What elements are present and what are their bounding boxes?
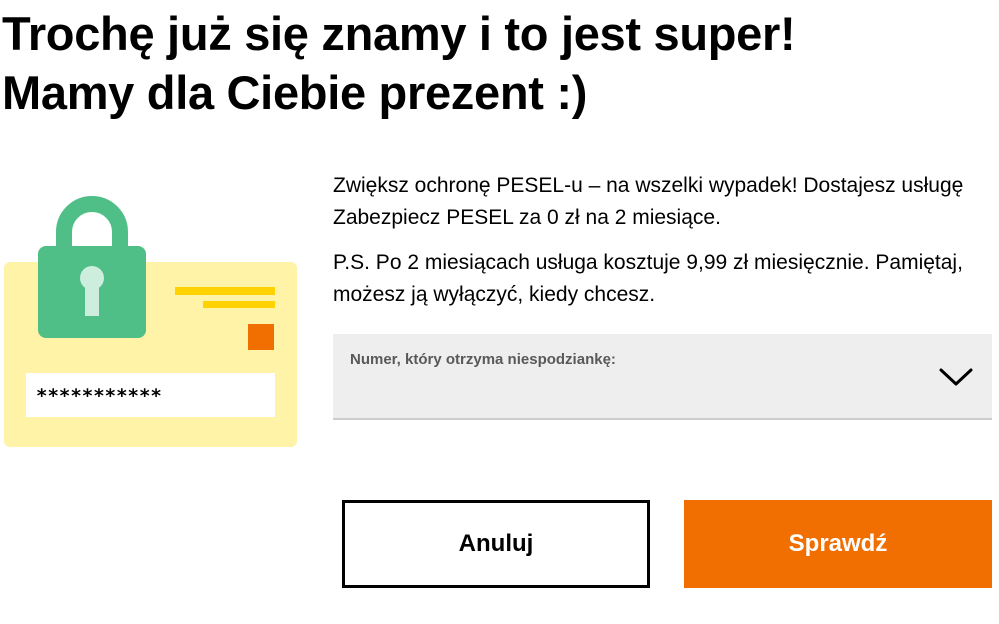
card-stripe-1: [175, 287, 275, 295]
keyhole-slot: [85, 284, 99, 316]
pricing-note-paragraph: P.S. Po 2 miesiącach usługa kosztuje 9,9…: [333, 251, 963, 306]
number-select-label: Numer, który otrzyma niespodziankę:: [350, 351, 616, 368]
card-stripe-2: [203, 301, 275, 308]
offer-paragraph: Zwiększ ochronę PESEL-u – na wszelki wyp…: [333, 174, 964, 229]
chevron-down-icon[interactable]: [939, 367, 973, 387]
gift-offer-page: Trochę już się znamy i to jest super! Ma…: [0, 0, 999, 624]
card-orange-square: [248, 324, 274, 350]
page-title-line-2: Mamy dla Ciebie prezent :): [2, 66, 588, 119]
cancel-button[interactable]: Anuluj: [342, 500, 650, 588]
page-title-line-1: Trochę już się znamy i to jest super!: [2, 7, 796, 60]
page-title: Trochę już się znamy i to jest super! Ma…: [2, 4, 992, 122]
masked-value: ***********: [36, 385, 162, 407]
confirm-button[interactable]: Sprawdź: [684, 500, 992, 588]
number-select[interactable]: Numer, który otrzyma niespodziankę:: [333, 334, 992, 420]
offer-description: Zwiększ ochronę PESEL-u – na wszelki wyp…: [333, 170, 993, 324]
id-card-illustration: ***********: [0, 180, 300, 460]
padlock-id-card-icon: ***********: [4, 196, 297, 447]
